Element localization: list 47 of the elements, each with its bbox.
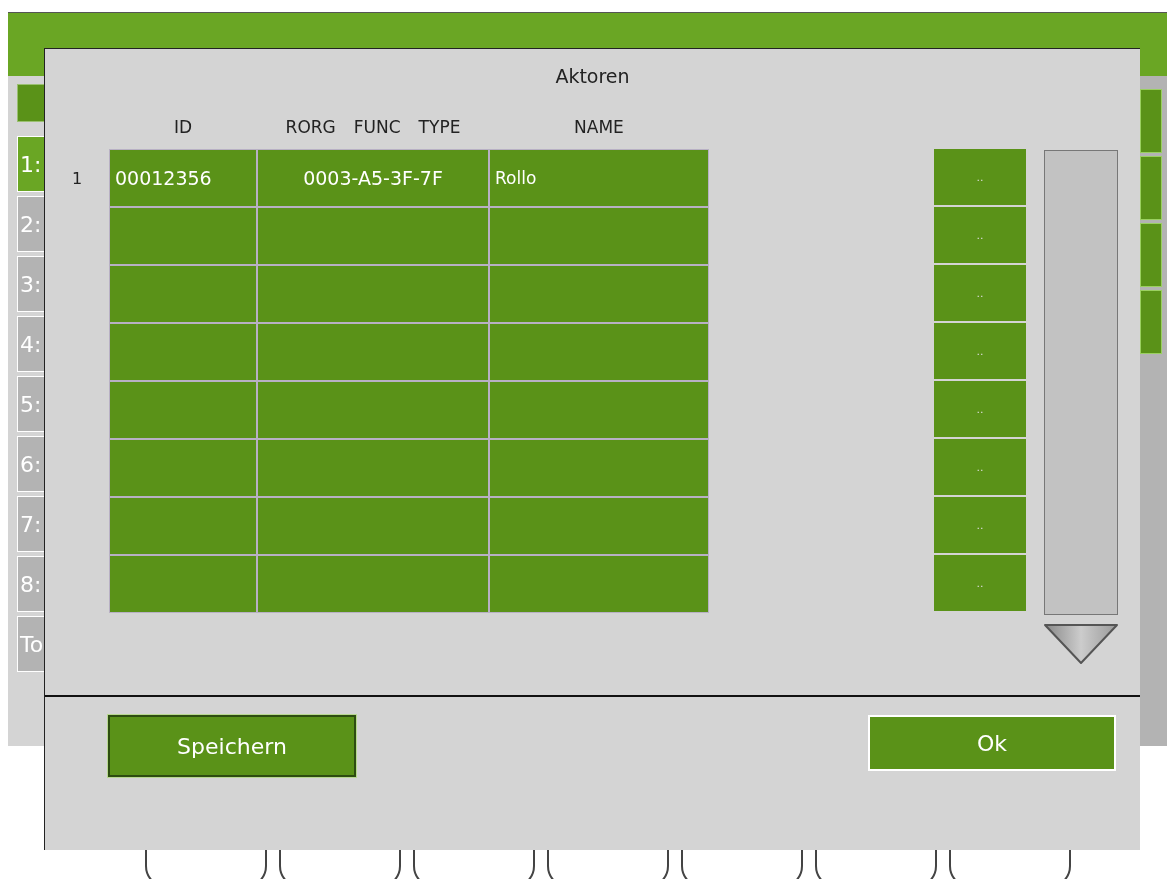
table-cell[interactable] bbox=[489, 265, 709, 323]
column-header: NAME bbox=[574, 117, 624, 137]
edit-button[interactable]: .. bbox=[934, 149, 1026, 205]
table-cell[interactable] bbox=[257, 207, 489, 265]
row-number: 1 bbox=[71, 168, 83, 188]
table-cell[interactable] bbox=[109, 207, 257, 265]
side-tab[interactable] bbox=[1140, 89, 1162, 153]
save-button[interactable]: Speichern bbox=[108, 715, 356, 777]
table-cell[interactable] bbox=[257, 265, 489, 323]
dialog-title: Aktoren bbox=[555, 65, 630, 89]
table-cell[interactable] bbox=[489, 323, 709, 381]
edit-button[interactable]: .. bbox=[934, 323, 1026, 379]
table-cell[interactable] bbox=[257, 439, 489, 497]
column-header: FUNC bbox=[353, 117, 401, 137]
table-cell[interactable] bbox=[257, 381, 489, 439]
ok-button[interactable]: Ok bbox=[868, 715, 1116, 771]
table-cell[interactable] bbox=[109, 439, 257, 497]
table-cell[interactable] bbox=[109, 381, 257, 439]
side-tab[interactable] bbox=[1140, 290, 1162, 354]
side-tab[interactable] bbox=[1140, 156, 1162, 220]
table-cell[interactable] bbox=[109, 265, 257, 323]
edit-button[interactable]: .. bbox=[934, 265, 1026, 321]
table-cell[interactable] bbox=[257, 323, 489, 381]
table-cell[interactable] bbox=[257, 497, 489, 555]
column-header: TYPE bbox=[418, 117, 461, 137]
edit-button[interactable]: .. bbox=[934, 439, 1026, 495]
scroll-down-icon[interactable] bbox=[1043, 623, 1119, 665]
table-cell[interactable] bbox=[109, 555, 257, 613]
table-cell[interactable] bbox=[489, 207, 709, 265]
table-cell[interactable] bbox=[489, 381, 709, 439]
table-cell[interactable] bbox=[489, 497, 709, 555]
table-cell[interactable] bbox=[257, 555, 489, 613]
column-header: ID bbox=[173, 117, 193, 137]
side-tab[interactable] bbox=[1140, 223, 1162, 287]
table-cell[interactable]: 0003-A5-3F-7F bbox=[257, 149, 489, 207]
table-cell[interactable] bbox=[489, 555, 709, 613]
table-cell[interactable] bbox=[109, 323, 257, 381]
edit-button[interactable]: .. bbox=[934, 555, 1026, 611]
edit-button[interactable]: .. bbox=[934, 381, 1026, 437]
edit-button[interactable]: .. bbox=[934, 207, 1026, 263]
table-cell[interactable] bbox=[109, 497, 257, 555]
scrollbar-track[interactable] bbox=[1044, 150, 1118, 615]
table-cell[interactable] bbox=[489, 439, 709, 497]
table-cell[interactable]: Rollo bbox=[489, 149, 709, 207]
table-cell[interactable]: 00012356 bbox=[109, 149, 257, 207]
column-header: RORG bbox=[285, 117, 336, 137]
edit-button[interactable]: .. bbox=[934, 497, 1026, 553]
